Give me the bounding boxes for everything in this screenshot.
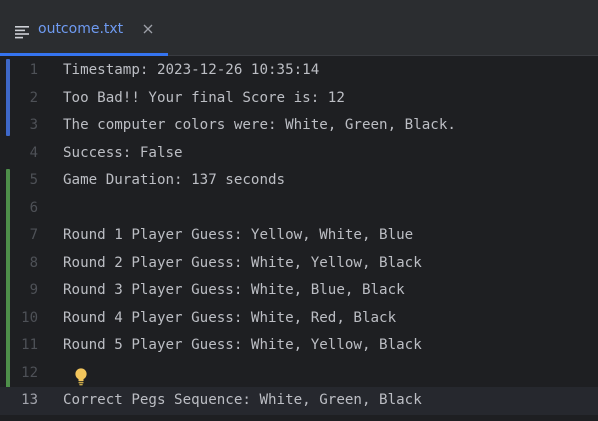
line-number: 2 [29, 89, 38, 106]
code-line-7[interactable]: 7 Round 1 Player Guess: Yellow, White, B… [0, 222, 598, 250]
line-number: 1 [29, 62, 38, 78]
code-line-5[interactable]: 5 Game Duration: 137 seconds [0, 167, 598, 195]
close-icon[interactable] [141, 22, 155, 36]
lightbulb-icon[interactable] [73, 367, 89, 387]
line-text: Round 5 Player Guess: White, Yellow, Bla… [63, 337, 422, 353]
code-line-11[interactable]: 11 Round 5 Player Guess: White, Yellow, … [0, 332, 598, 360]
line-text: Timestamp: 2023-12-26 10:35:14 [63, 62, 320, 78]
line-text: Game Duration: 137 seconds [63, 172, 286, 188]
editor-area[interactable]: 1 Timestamp: 2023-12-26 10:35:14 2 Too B… [0, 56, 598, 421]
line-number: 3 [29, 117, 38, 133]
line-text: Round 4 Player Guess: White, Red, Black [63, 309, 397, 326]
line-number: 6 [29, 199, 38, 216]
text-file-icon [15, 26, 29, 39]
code-line-6[interactable]: 6 [0, 195, 598, 223]
tab-title: outcome.txt [38, 21, 124, 37]
code-line-8[interactable]: 8 Round 2 Player Guess: White, Yellow, B… [0, 250, 598, 278]
tab-bar: outcome.txt [0, 0, 598, 56]
line-text: Round 3 Player Guess: White, Blue, Black [63, 282, 405, 298]
line-number: 7 [29, 227, 38, 243]
code-line-9[interactable]: 9 Round 3 Player Guess: White, Blue, Bla… [0, 277, 598, 305]
line-text: Correct Pegs Sequence: White, Green, Bla… [63, 392, 422, 408]
line-number: 11 [21, 337, 38, 353]
line-number: 13 [21, 392, 38, 408]
line-text: The computer colors were: White, Green, … [63, 117, 456, 133]
line-text: Round 2 Player Guess: White, Yellow, Bla… [63, 254, 422, 271]
line-text: Too Bad!! Your final Score is: 12 [63, 89, 345, 106]
code-line-1[interactable]: 1 Timestamp: 2023-12-26 10:35:14 [0, 57, 598, 85]
line-text: Round 1 Player Guess: Yellow, White, Blu… [63, 227, 414, 243]
code-line-12[interactable]: 12 [0, 360, 598, 388]
editor-window: outcome.txt 1 Timestamp: 2023-12-26 10:3… [0, 0, 598, 421]
tab-outcome-txt[interactable]: outcome.txt [0, 6, 168, 56]
line-number: 4 [29, 144, 38, 161]
line-text: Success: False [63, 144, 183, 161]
line-number: 8 [29, 254, 38, 271]
line-number: 12 [21, 364, 38, 381]
code-line-10[interactable]: 10 Round 4 Player Guess: White, Red, Bla… [0, 305, 598, 333]
code-line-3[interactable]: 3 The computer colors were: White, Green… [0, 112, 598, 140]
code-line-2[interactable]: 2 Too Bad!! Your final Score is: 12 [0, 85, 598, 113]
line-number: 10 [21, 309, 38, 326]
code-line-13[interactable]: 13 Correct Pegs Sequence: White, Green, … [0, 387, 598, 415]
line-number: 5 [29, 172, 38, 188]
code-line-4[interactable]: 4 Success: False [0, 140, 598, 168]
line-number: 9 [29, 282, 38, 298]
